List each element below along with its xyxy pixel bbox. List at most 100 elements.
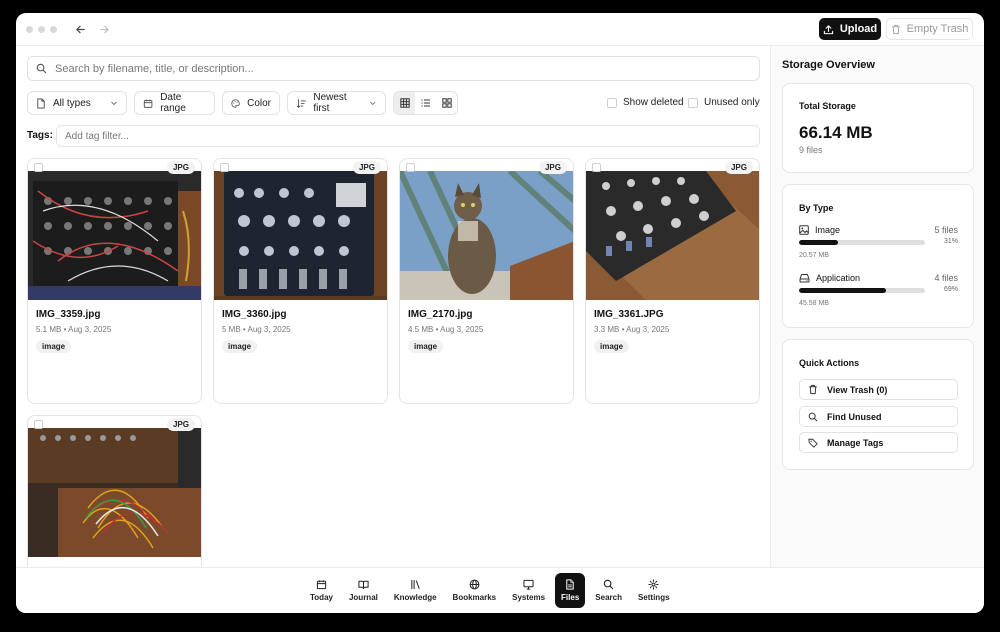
- upload-label: Upload: [839, 23, 878, 35]
- file-type-badge: JPG: [166, 161, 195, 174]
- show-deleted-checkbox[interactable]: [607, 97, 617, 108]
- close-window-button[interactable]: [26, 26, 33, 33]
- file-name: IMG_3360.jpg: [222, 309, 287, 320]
- upload-button[interactable]: Upload: [819, 18, 881, 40]
- by-type-title: By Type: [799, 203, 834, 213]
- tile-view-button[interactable]: [436, 92, 457, 114]
- file-meta: 3.3 MB • Aug 3, 2025: [594, 325, 670, 334]
- view-trash-button[interactable]: View Trash (0): [799, 379, 958, 400]
- calendar-icon: [143, 99, 153, 108]
- file-meta: 4.5 MB • Aug 3, 2025: [408, 325, 484, 334]
- select-checkbox[interactable]: [34, 420, 43, 429]
- date-range-button[interactable]: Date range: [134, 91, 215, 115]
- type-progress-fill: [799, 288, 886, 293]
- nav-bookmarks[interactable]: Bookmarks: [447, 573, 503, 608]
- file-icon: [37, 97, 45, 109]
- file-tag[interactable]: image: [222, 340, 258, 353]
- nav-search[interactable]: Search: [589, 573, 628, 608]
- total-storage-title: Total Storage: [799, 101, 856, 111]
- sort-label: Newest first: [313, 92, 347, 114]
- tag-filter-row: Tags:: [27, 125, 760, 147]
- search-icon: [808, 412, 818, 421]
- select-checkbox[interactable]: [220, 163, 229, 172]
- empty-trash-button[interactable]: Empty Trash: [886, 18, 973, 40]
- trash-icon: [809, 384, 817, 395]
- window-controls: [26, 26, 57, 33]
- image-thumbnail: [28, 428, 201, 557]
- list-icon: [420, 99, 430, 107]
- minimize-window-button[interactable]: [38, 26, 45, 33]
- calendar-icon: [316, 580, 327, 590]
- type-progress-fill: [799, 240, 839, 245]
- unused-only-toggle[interactable]: Unused only: [688, 97, 760, 108]
- image-thumbnail: [400, 171, 573, 300]
- grid-view-button[interactable]: [394, 92, 415, 114]
- file-meta: 5.1 MB • Aug 3, 2025: [36, 325, 112, 334]
- select-checkbox[interactable]: [406, 163, 415, 172]
- search-input[interactable]: [55, 62, 759, 75]
- tag-filter-input[interactable]: [65, 130, 759, 142]
- file-card[interactable]: JPG IMG_2170.jpg 4.5 MB • Aug 3, 2025 im…: [399, 158, 574, 404]
- type-filter-label: All types: [53, 97, 91, 109]
- book-open-icon: [358, 580, 369, 590]
- type-filter-dropdown[interactable]: All types: [27, 91, 127, 115]
- nav-label: Systems: [512, 593, 546, 602]
- find-unused-button[interactable]: Find Unused: [799, 406, 958, 427]
- color-filter-button[interactable]: Color: [222, 91, 280, 115]
- nav-label: Journal: [348, 593, 378, 602]
- sort-icon: [296, 98, 306, 108]
- sidebar-title: Storage Overview: [782, 59, 875, 71]
- nav-journal[interactable]: Journal: [343, 573, 384, 608]
- nav-label: Files: [561, 593, 580, 602]
- manage-tags-button[interactable]: Manage Tags: [799, 432, 958, 453]
- file-type-badge: JPG: [166, 418, 195, 431]
- show-deleted-toggle[interactable]: Show deleted: [607, 97, 684, 108]
- select-checkbox[interactable]: [34, 163, 43, 172]
- file-card[interactable]: JPG IMG_3360.jpg 5 MB • Aug 3, 2025 imag…: [213, 158, 388, 404]
- arrow-right-icon: [99, 25, 109, 33]
- nav-label: Search: [595, 593, 622, 602]
- chevron-down-icon: [370, 101, 376, 106]
- image-thumbnail: [214, 171, 387, 300]
- back-button[interactable]: [72, 21, 88, 37]
- type-percent: 31%: [943, 238, 958, 245]
- type-size: 45.58 MB: [799, 300, 829, 307]
- type-count: 4 files: [934, 273, 958, 283]
- upload-icon: [823, 24, 834, 34]
- type-name: Image: [815, 225, 841, 235]
- type-progress-bar: [799, 240, 925, 245]
- image-thumbnail: [28, 171, 201, 300]
- file-card[interactable]: JPG: [27, 415, 202, 567]
- select-checkbox[interactable]: [592, 163, 601, 172]
- quick-actions-title: Quick Actions: [799, 358, 860, 368]
- file-meta: 5 MB • Aug 3, 2025: [222, 325, 291, 334]
- title-bar: Upload Empty Trash: [16, 13, 984, 46]
- list-view-button[interactable]: [415, 92, 436, 114]
- date-range-label: Date range: [160, 92, 186, 114]
- file-name: IMG_2170.jpg: [408, 309, 473, 320]
- file-card[interactable]: JPG IMG_3361.JPG 3.3 MB • Aug 3, 2025 im…: [585, 158, 760, 404]
- sort-dropdown[interactable]: Newest first: [287, 91, 386, 115]
- tag-icon: [808, 438, 818, 448]
- file-tag[interactable]: image: [408, 340, 444, 353]
- empty-trash-label: Empty Trash: [906, 23, 969, 35]
- zoom-window-button[interactable]: [50, 26, 57, 33]
- nav-today[interactable]: Today: [304, 573, 339, 608]
- type-progress-bar: [799, 288, 925, 293]
- unused-only-checkbox[interactable]: [688, 97, 698, 108]
- gear-icon: [648, 579, 659, 590]
- nav-settings[interactable]: Settings: [632, 573, 676, 608]
- view-mode-group: [393, 91, 458, 115]
- arrow-left-icon: [75, 25, 85, 33]
- file-type-badge: JPG: [538, 161, 567, 174]
- file-tag[interactable]: image: [594, 340, 630, 353]
- nav-systems[interactable]: Systems: [506, 573, 551, 608]
- nav-knowledge[interactable]: Knowledge: [388, 573, 443, 608]
- file-tag[interactable]: image: [36, 340, 72, 353]
- nav-files[interactable]: Files: [555, 573, 586, 608]
- file-card[interactable]: JPG IMG_3359.jpg 5.1 MB • Aug 3, 2025 im…: [27, 158, 202, 404]
- forward-button[interactable]: [96, 21, 112, 37]
- type-name: Application: [816, 273, 861, 283]
- storage-sidebar: Storage Overview Total Storage 66.14 MB …: [770, 46, 984, 567]
- trash-icon: [891, 24, 900, 34]
